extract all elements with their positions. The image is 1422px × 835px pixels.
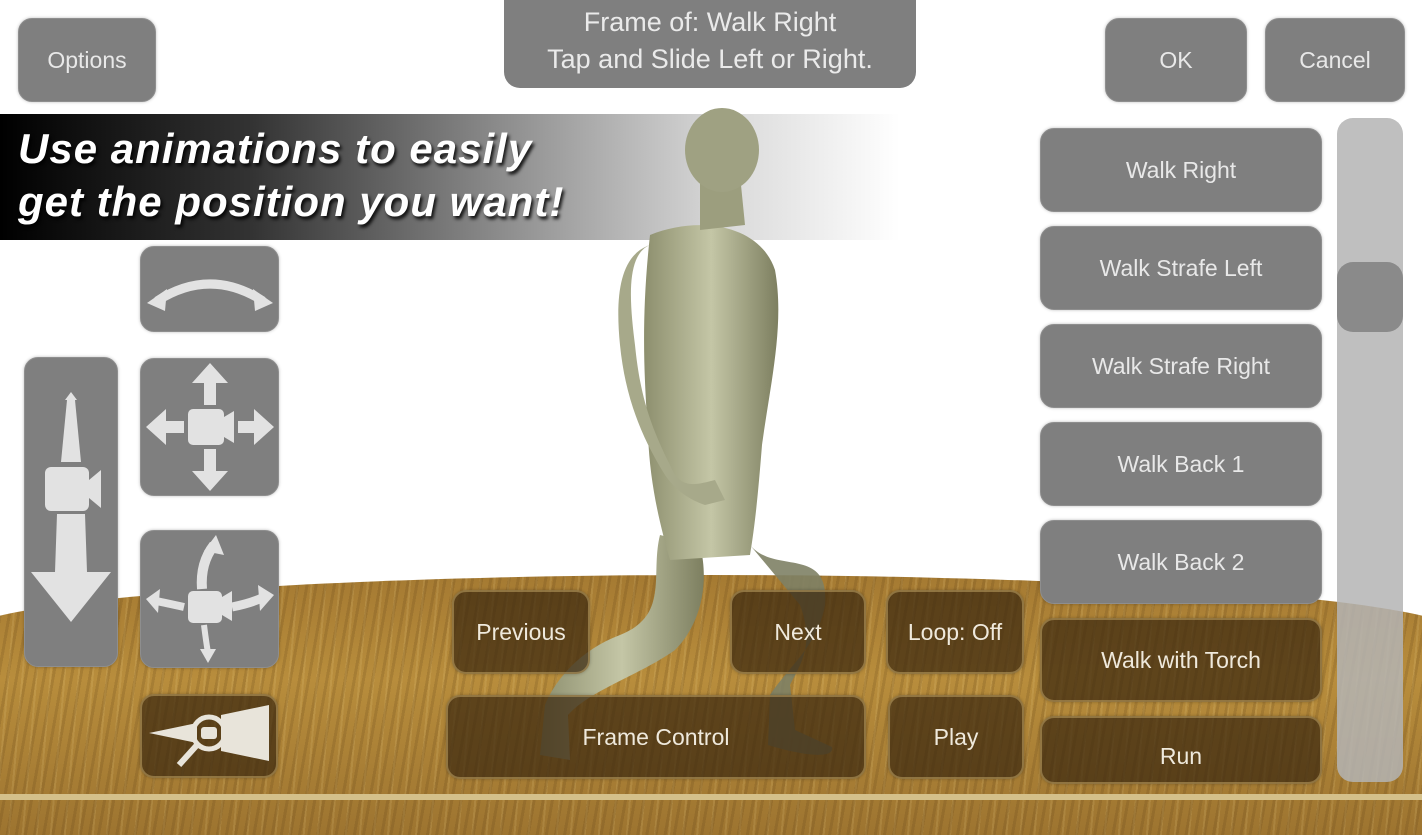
orbit-arc-icon	[145, 259, 275, 319]
animation-item[interactable]: Walk Right	[1040, 128, 1322, 212]
previous-label: Previous	[476, 618, 566, 645]
animation-item-label: Run	[1159, 743, 1203, 769]
scrollbar-thumb[interactable]	[1337, 262, 1403, 332]
play-label: Play	[933, 723, 979, 750]
previous-button[interactable]: Previous	[452, 590, 590, 674]
animation-item-label: Walk Strafe Right	[1091, 352, 1271, 379]
options-button[interactable]: Options	[18, 18, 156, 102]
cancel-button[interactable]: Cancel	[1265, 18, 1405, 102]
animation-item-label: Walk Right	[1125, 156, 1237, 183]
animation-item[interactable]: Walk Back 1	[1040, 422, 1322, 506]
animation-item-label: Walk with Torch	[1101, 646, 1261, 673]
rotate-camera-icon	[144, 533, 276, 665]
animation-item[interactable]: Walk with Torch	[1040, 618, 1322, 702]
rotate-button[interactable]	[140, 530, 279, 668]
promo-line-1: Use animations to easily	[18, 125, 533, 172]
zoom-camera-icon	[147, 701, 271, 771]
orbit-button[interactable]	[140, 246, 279, 332]
animation-item-label: Walk Back 1	[1117, 450, 1245, 477]
animation-item-label: Walk Back 2	[1117, 548, 1245, 575]
pan-camera-icon	[144, 361, 276, 493]
frame-control-slider[interactable]: Frame Control	[446, 695, 866, 779]
floor-edge	[0, 794, 1422, 800]
next-label: Next	[774, 618, 822, 645]
animation-item-label: Walk Strafe Left	[1099, 254, 1263, 281]
frame-control-label: Frame Control	[582, 723, 730, 750]
ok-button[interactable]: OK	[1105, 18, 1247, 102]
promo-banner-text: Use animations to easily get the positio…	[18, 122, 718, 228]
play-button[interactable]: Play	[888, 695, 1024, 779]
loop-toggle[interactable]: Loop: Off	[886, 590, 1024, 674]
dolly-camera-icon	[29, 392, 113, 632]
promo-line-2: get the position you want!	[18, 178, 565, 225]
zoom-button[interactable]	[140, 694, 278, 778]
frame-status-panel: Frame of: Walk Right Tap and Slide Left …	[504, 0, 916, 88]
animation-item[interactable]: Run	[1040, 716, 1322, 784]
cancel-label: Cancel	[1299, 46, 1371, 73]
animation-item[interactable]: Walk Back 2	[1040, 520, 1322, 604]
status-line-1: Frame of: Walk Right	[583, 7, 837, 37]
ok-label: OK	[1159, 46, 1193, 73]
dolly-button[interactable]	[24, 357, 118, 667]
status-line-2: Tap and Slide Left or Right.	[547, 44, 873, 74]
loop-label: Loop: Off	[907, 618, 1003, 645]
animation-list-scrollbar[interactable]	[1337, 118, 1403, 782]
animation-item[interactable]: Walk Strafe Right	[1040, 324, 1322, 408]
pan-button[interactable]	[140, 358, 279, 496]
next-button[interactable]: Next	[730, 590, 866, 674]
animation-item[interactable]: Walk Strafe Left	[1040, 226, 1322, 310]
options-label: Options	[47, 46, 127, 73]
